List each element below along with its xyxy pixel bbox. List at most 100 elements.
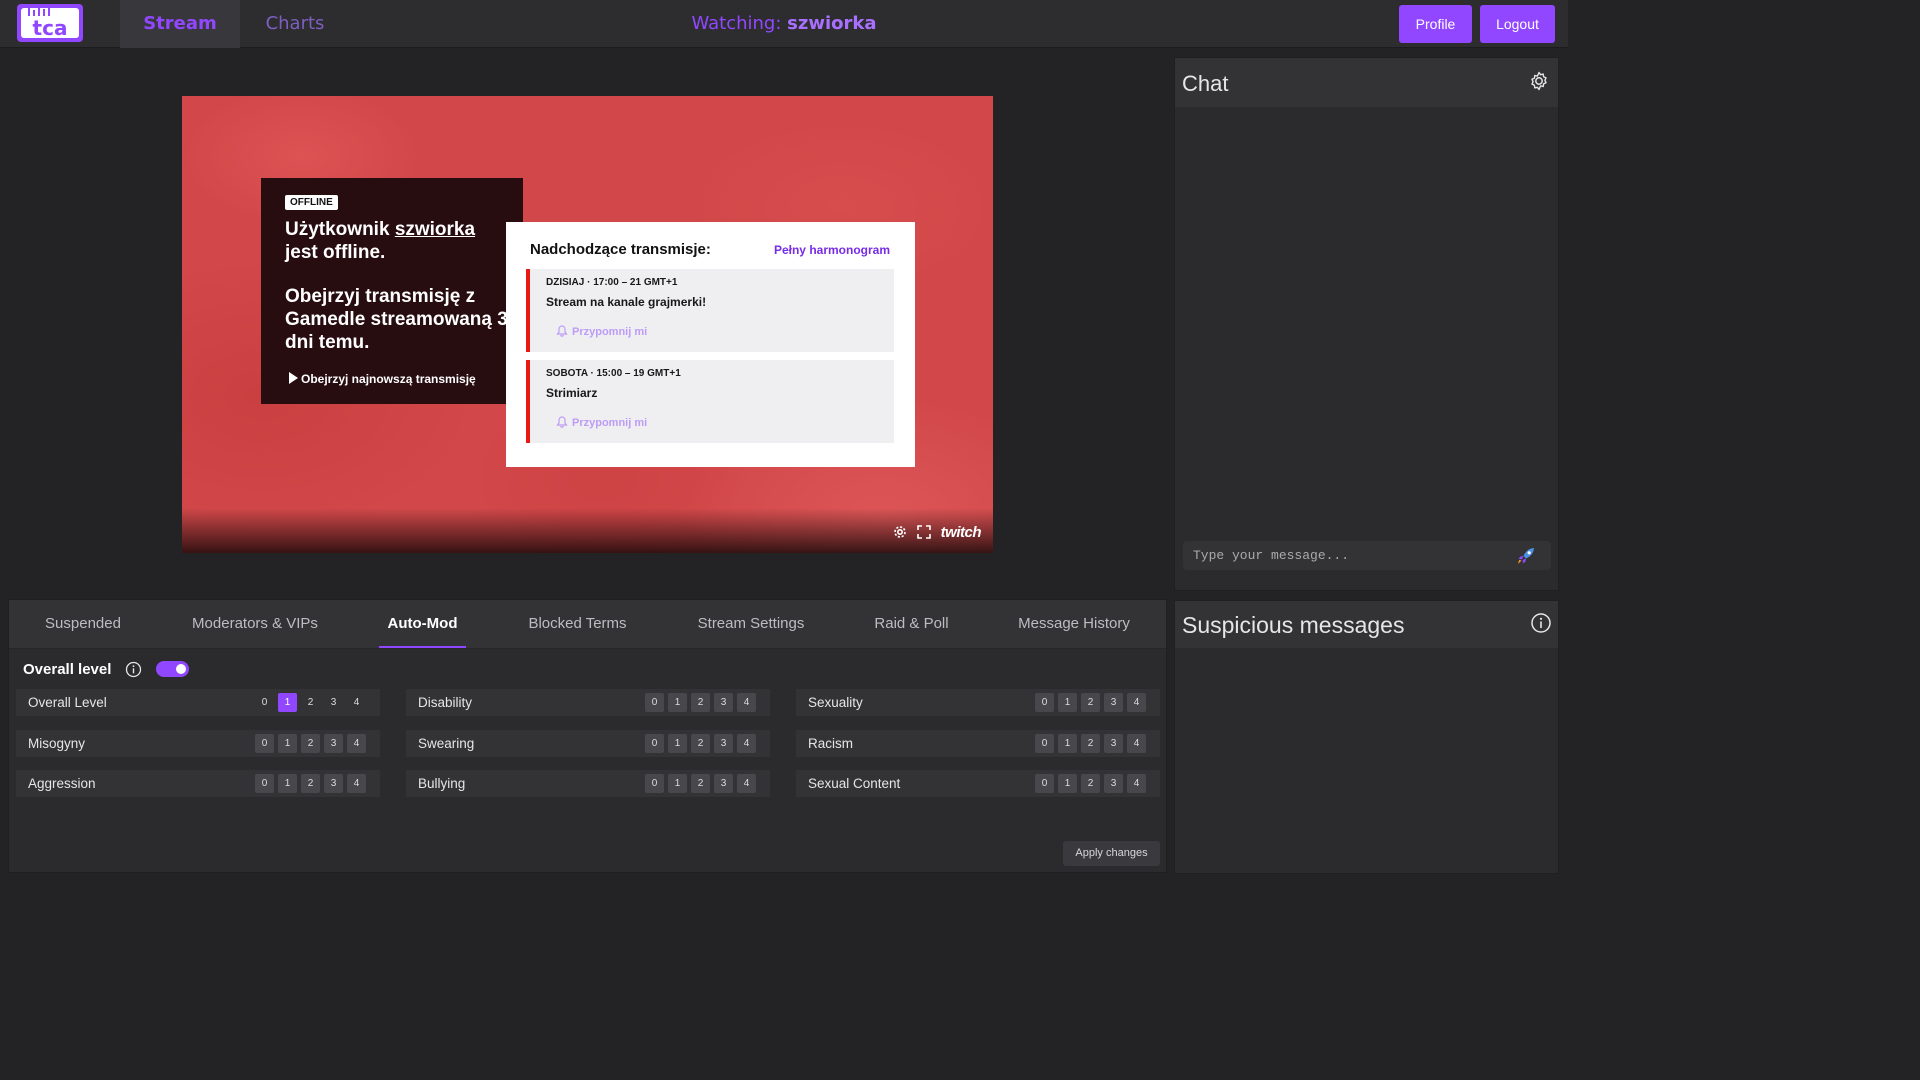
chat-header: Chat [1175, 58, 1558, 107]
level-option-3[interactable]: 3 [714, 693, 733, 712]
overall-level-toggle[interactable] [156, 661, 190, 677]
level-option-1[interactable]: 1 [668, 734, 687, 753]
rocket-icon[interactable] [1515, 545, 1537, 567]
automod-category-label: Disability [418, 695, 473, 710]
schedule-item: DZISIAJ · 17:00 – 21 GMT+1 Stream na kan… [526, 269, 894, 352]
automod-category-row: Racism 0 1 2 3 4 [796, 730, 1160, 757]
tab-suspended[interactable]: Suspended [27, 600, 139, 648]
level-selector: 01234 [1035, 734, 1146, 753]
remind-me-label: Przypomnij mi [572, 326, 648, 338]
offline-card: OFFLINE Użytkownik szwiorka jest offline… [261, 178, 523, 404]
level-option-4[interactable]: 4 [737, 693, 756, 712]
level-option-1[interactable]: 1 [1058, 774, 1077, 793]
nav-tab-charts[interactable]: Charts [240, 0, 350, 48]
automod-category-label: Swearing [418, 736, 475, 751]
player-settings-icon[interactable] [893, 525, 907, 539]
schedule-item-title: Strimiarz [546, 386, 598, 400]
level-option-3[interactable]: 3 [324, 693, 343, 712]
automod-category-row: Sexuality 0 1 2 3 4 [796, 689, 1160, 716]
watching-channel: szwiorka [787, 13, 877, 34]
level-option-1[interactable]: 1 [278, 693, 297, 712]
remind-me-button[interactable]: Przypomnij mi [556, 416, 647, 429]
level-option-1[interactable]: 1 [1058, 734, 1077, 753]
level-option-0[interactable]: 0 [1035, 693, 1054, 712]
level-option-2[interactable]: 2 [691, 734, 710, 753]
level-option-4[interactable]: 4 [347, 693, 366, 712]
level-option-0[interactable]: 0 [645, 734, 664, 753]
tab-stream-settings[interactable]: Stream Settings [684, 600, 818, 648]
level-option-1[interactable]: 1 [668, 774, 687, 793]
schedule-item: SOBOTA · 15:00 – 19 GMT+1 Strimiarz Przy… [526, 360, 894, 443]
offline-username-link[interactable]: szwiorka [395, 219, 475, 240]
level-option-4[interactable]: 4 [347, 774, 366, 793]
level-option-2[interactable]: 2 [301, 693, 320, 712]
level-option-0[interactable]: 0 [255, 693, 274, 712]
level-option-3[interactable]: 3 [324, 774, 343, 793]
level-option-2[interactable]: 2 [1081, 693, 1100, 712]
level-option-3[interactable]: 3 [1104, 774, 1123, 793]
level-option-2[interactable]: 2 [301, 774, 320, 793]
full-schedule-link[interactable]: Pełny harmonogram [774, 243, 890, 257]
level-option-0[interactable]: 0 [1035, 734, 1054, 753]
level-option-3[interactable]: 3 [714, 734, 733, 753]
level-option-2[interactable]: 2 [1081, 734, 1100, 753]
schedule-title: Nadchodzące transmisje: [530, 241, 711, 258]
offline-title-prefix: Użytkownik [285, 219, 395, 240]
chat-message-input[interactable] [1183, 541, 1551, 570]
level-selector: 01234 [645, 693, 756, 712]
profile-button[interactable]: Profile [1399, 5, 1472, 43]
watch-latest-link[interactable]: Obejrzyj najnowszą transmisję [289, 372, 476, 386]
level-option-0[interactable]: 0 [1035, 774, 1054, 793]
level-option-1[interactable]: 1 [1058, 693, 1077, 712]
tab-blocked-terms[interactable]: Blocked Terms [514, 600, 641, 648]
level-option-0[interactable]: 0 [645, 693, 664, 712]
moderation-tabs: Suspended Moderators & VIPs Auto-Mod Blo… [9, 600, 1166, 649]
level-option-2[interactable]: 2 [691, 693, 710, 712]
tab-auto-mod[interactable]: Auto-Mod [379, 600, 466, 648]
level-option-4[interactable]: 4 [737, 774, 756, 793]
remind-me-button[interactable]: Przypomnij mi [556, 325, 647, 338]
level-option-4[interactable]: 4 [347, 734, 366, 753]
level-option-4[interactable]: 4 [737, 734, 756, 753]
tab-raid-poll[interactable]: Raid & Poll [862, 600, 961, 648]
level-option-4[interactable]: 4 [1127, 774, 1146, 793]
offline-subtitle: Obejrzyj transmisję z Gamedle streamowan… [285, 286, 508, 353]
top-nav-bar: tca Stream Charts Watching: szwiorka Pro… [0, 0, 1568, 48]
level-option-1[interactable]: 1 [278, 774, 297, 793]
nav-tab-stream[interactable]: Stream [120, 0, 240, 48]
level-option-1[interactable]: 1 [278, 734, 297, 753]
automod-category-row: Overall Level 0 1 2 3 4 [16, 689, 380, 716]
bell-icon [556, 325, 568, 337]
tca-logo-icon[interactable]: tca [16, 3, 84, 43]
tab-message-history[interactable]: Message History [1004, 600, 1144, 648]
twitch-logo[interactable]: twitch [941, 524, 982, 541]
level-option-3[interactable]: 3 [714, 774, 733, 793]
level-option-3[interactable]: 3 [1104, 693, 1123, 712]
remind-me-label: Przypomnij mi [572, 417, 648, 429]
apply-changes-button[interactable]: Apply changes [1063, 841, 1160, 866]
level-option-4[interactable]: 4 [1127, 734, 1146, 753]
level-option-2[interactable]: 2 [301, 734, 320, 753]
toggle-knob [176, 664, 187, 674]
gear-icon[interactable] [1528, 70, 1550, 92]
level-option-0[interactable]: 0 [645, 774, 664, 793]
tab-moderators-vips[interactable]: Moderators & VIPs [179, 600, 331, 648]
level-option-1[interactable]: 1 [668, 693, 687, 712]
overall-level-toggle-row: Overall level [23, 659, 190, 679]
info-icon[interactable] [125, 661, 142, 678]
offline-title: Użytkownik szwiorka jest offline. [285, 218, 515, 264]
info-icon[interactable] [1530, 612, 1552, 634]
play-icon [289, 372, 298, 384]
level-option-3[interactable]: 3 [1104, 734, 1123, 753]
level-option-3[interactable]: 3 [324, 734, 343, 753]
fullscreen-icon[interactable] [916, 525, 931, 539]
level-option-2[interactable]: 2 [691, 774, 710, 793]
watch-latest-label: Obejrzyj najnowszą transmisję [301, 372, 476, 386]
level-option-0[interactable]: 0 [255, 774, 274, 793]
level-option-4[interactable]: 4 [1127, 693, 1146, 712]
level-option-2[interactable]: 2 [1081, 774, 1100, 793]
logout-button[interactable]: Logout [1480, 5, 1555, 43]
video-player[interactable]: OFFLINE Użytkownik szwiorka jest offline… [182, 96, 993, 553]
automod-category-label: Aggression [28, 776, 96, 791]
level-option-0[interactable]: 0 [255, 734, 274, 753]
